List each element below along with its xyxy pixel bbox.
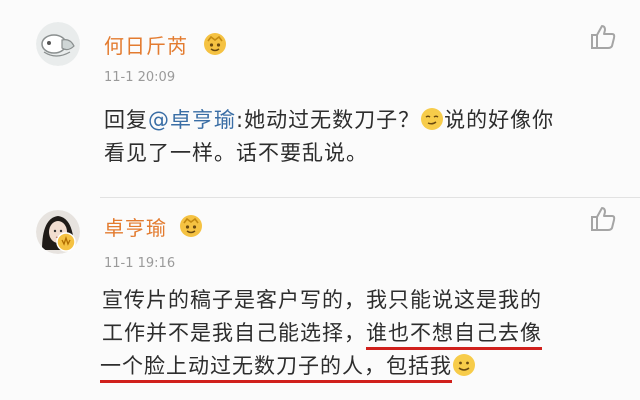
- thumbs-up-icon[interactable]: [588, 204, 618, 234]
- comment-body: 回复@卓亨瑜:她动过无数刀子？ 说的好像你 看见了一样。话不要乱说。: [104, 104, 624, 170]
- avatar[interactable]: [36, 22, 80, 66]
- comment-text-line: 看见了一样。话不要乱说。: [104, 141, 368, 165]
- mention-link[interactable]: @卓亨瑜: [148, 108, 236, 132]
- highlighted-text: 谁也不想自己去像: [366, 321, 542, 350]
- member-badge-icon: [202, 31, 228, 57]
- member-badge-icon: [178, 213, 204, 239]
- thumbs-up-icon[interactable]: [588, 22, 618, 52]
- comment-text-part: 说的好像你: [444, 108, 555, 132]
- comment-item: 卓亨瑜 11-1 19:16 宣传片的稿子是客户写的，我只能说这是我的 工作并不…: [0, 198, 640, 400]
- comment-body: 宣传片的稿子是客户写的，我只能说这是我的 工作并不是我自己能选择，谁也不想自己去…: [100, 284, 622, 383]
- comment-time: 11-1 19:16: [104, 256, 176, 271]
- comment-text-line: 宣传片的稿子是客户写的，我只能说这是我的: [102, 288, 542, 312]
- smirk-emoji-icon: [420, 107, 444, 131]
- reply-prefix: 回复: [104, 108, 148, 132]
- comment-text-line: 工作并不是我自己能选择，: [102, 321, 366, 345]
- comment-time: 11-1 20:09: [104, 70, 176, 85]
- smile-emoji-icon: [452, 353, 476, 377]
- vip-badge-icon: [56, 232, 76, 252]
- username[interactable]: 何日斤芮: [104, 30, 188, 59]
- highlighted-text: 一个脸上动过无数刀子的人，包括我: [100, 354, 452, 383]
- comment-list: 何日斤芮 11-1 20:09 回复@卓亨瑜:她动过无数刀子？ 说的好像你 看见了…: [0, 0, 640, 400]
- comment-item: 何日斤芮 11-1 20:09 回复@卓亨瑜:她动过无数刀子？ 说的好像你 看见了…: [0, 0, 640, 197]
- comment-text-part: :她动过无数刀子？: [236, 108, 421, 132]
- username[interactable]: 卓亨瑜: [104, 212, 167, 241]
